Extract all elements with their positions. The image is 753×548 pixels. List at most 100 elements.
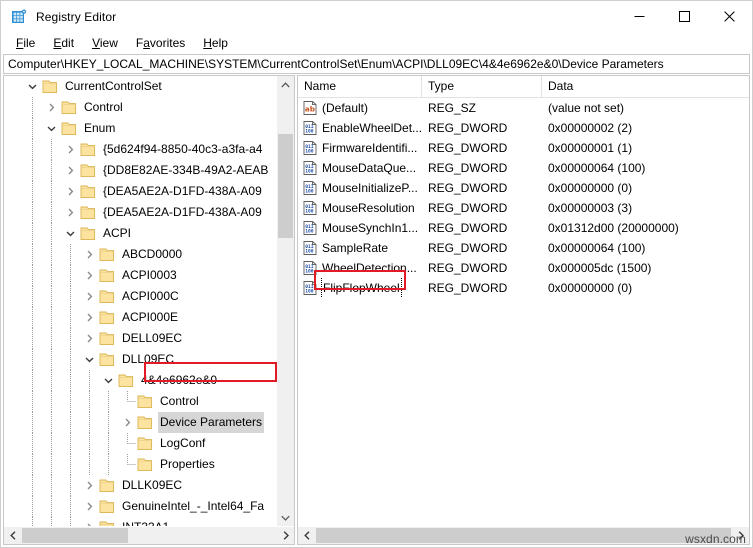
folder-icon [42,80,58,94]
value-row[interactable]: ab (Default) REG_SZ (value not set) [298,98,749,118]
value-type-cell: REG_SZ [428,101,477,115]
tree-node[interactable]: INT33A1 [4,517,277,526]
tree-node[interactable]: ACPI000C [4,286,277,307]
value-name-cell: 011 100 FirmwareIdentifi... [298,138,422,158]
tree-vertical-scrollbar[interactable] [276,76,294,526]
address-bar[interactable]: Computer\HKEY_LOCAL_MACHINE\SYSTEM\Curre… [3,54,750,74]
chevron-down-icon[interactable] [80,349,99,370]
menu-favorites[interactable]: Favorites [127,34,194,52]
value-row[interactable]: 011 100 WheelDetection... REG_DWORD 0x000005… [298,258,749,278]
chevron-right-icon[interactable] [80,475,99,496]
value-row[interactable]: 011 100 SampleRate REG_DWORD 0x00000064 (100… [298,238,749,258]
value-row[interactable]: 011 100 EnableWheelDet... REG_DWORD 0x000000… [298,118,749,138]
column-header-type[interactable]: Type [422,76,542,97]
tree-node[interactable]: ACPI [4,223,277,244]
list-horizontal-scrollbar[interactable] [298,526,749,544]
tree-indent-guide [32,139,34,160]
tree-indent-guide [89,391,91,412]
list-scroll-left-arrow[interactable] [298,527,315,544]
chevron-right-icon[interactable] [61,139,80,160]
tree-node[interactable]: Device Parameters [4,412,277,433]
tree-node[interactable]: DLL09EC [4,349,277,370]
chevron-right-icon[interactable] [61,160,80,181]
tree-node[interactable]: {5d624f94-8850-40c3-a3fa-a4 [4,139,277,160]
tree-node[interactable]: Properties [4,454,277,475]
tree-node[interactable]: 4&4e6962e&0 [4,370,277,391]
tree-node[interactable]: Control [4,391,277,412]
tree-node[interactable]: {DEA5AE2A-D1FD-438A-A09 [4,181,277,202]
value-row[interactable]: 011 100 MouseResolution REG_DWORD 0x00000003… [298,198,749,218]
chevron-down-icon[interactable] [61,223,80,244]
value-row[interactable]: 011 100 FlipFlopWheel REG_DWORD 0x00000000 (… [298,278,749,298]
tree-hscroll-thumb[interactable] [22,528,128,543]
menu-edit[interactable]: Edit [44,34,83,52]
tree-node[interactable]: {DEA5AE2A-D1FD-438A-A09 [4,202,277,223]
tree-node[interactable]: LogConf [4,433,277,454]
tree-node-list: CurrentControlSet Control Enum {5d624f94-88… [4,76,277,526]
tree-scroll-down-arrow[interactable] [277,509,294,526]
tree-node[interactable]: {DD8E82AE-334B-49A2-AEAB [4,160,277,181]
value-name-cell: 011 100 MouseDataQue... [298,158,422,178]
chevron-right-icon[interactable] [118,412,137,433]
chevron-right-icon[interactable] [61,181,80,202]
tree-indent-guide [51,307,53,328]
value-name-cell: 011 100 EnableWheelDet... [298,118,422,138]
tree-node[interactable]: ACPI0003 [4,265,277,286]
folder-icon [99,479,115,493]
tree-scroll-left-arrow[interactable] [4,527,21,544]
chevron-right-icon[interactable] [61,202,80,223]
chevron-down-icon[interactable] [42,118,61,139]
chevron-right-icon[interactable] [80,265,99,286]
value-row[interactable]: 011 100 MouseDataQue... REG_DWORD 0x00000064… [298,158,749,178]
value-type-cell: REG_DWORD [428,261,508,275]
column-header-name[interactable]: Name [298,76,422,97]
registry-values-pane: Name Type Data ab (Default) REG_SZ (value n… [297,75,750,545]
tree-indent-guide [51,328,53,349]
tree-indent-guide [32,286,34,307]
list-hscroll-thumb[interactable] [316,528,731,543]
tree-scroll-up-arrow[interactable] [277,76,294,93]
value-row[interactable]: 011 100 MouseSynchIn1... REG_DWORD 0x01312d0… [298,218,749,238]
tree-node[interactable]: ACPI000E [4,307,277,328]
tree-horizontal-scrollbar[interactable] [4,526,294,544]
value-name-text: (Default) [322,101,369,115]
chevron-down-icon[interactable] [23,76,42,97]
chevron-right-icon[interactable] [80,307,99,328]
menu-view[interactable]: View [83,34,127,52]
tree-indent-guide [70,496,72,517]
chevron-down-icon[interactable] [99,370,118,391]
chevron-right-icon[interactable] [80,244,99,265]
tree-node[interactable]: CurrentControlSet [4,76,277,97]
tree-indent-guide [108,454,110,475]
value-type-cell: REG_DWORD [428,281,508,295]
chevron-right-icon[interactable] [80,517,99,526]
address-path-text: Computer\HKEY_LOCAL_MACHINE\SYSTEM\Curre… [8,57,664,71]
tree-node[interactable]: ABCD0000 [4,244,277,265]
minimize-button[interactable] [617,1,662,32]
chevron-right-icon[interactable] [80,286,99,307]
value-type-cell: REG_DWORD [428,161,508,175]
tree-indent-guide [51,265,53,286]
folder-icon [80,206,96,220]
folder-icon [99,290,115,304]
menu-file[interactable]: File [7,34,44,52]
folder-icon [99,269,115,283]
maximize-button[interactable] [662,1,707,32]
column-header-data[interactable]: Data [542,76,749,97]
chevron-right-icon[interactable] [80,496,99,517]
svg-text:100: 100 [305,229,314,235]
tree-node[interactable]: DELL09EC [4,328,277,349]
chevron-right-icon[interactable] [80,328,99,349]
value-name-cell: 011 100 WheelDetection... [298,258,422,278]
chevron-right-icon[interactable] [42,97,61,118]
tree-node[interactable]: GenuineIntel_-_Intel64_Fa [4,496,277,517]
close-button[interactable] [707,1,752,32]
menu-help[interactable]: Help [194,34,237,52]
tree-node[interactable]: Control [4,97,277,118]
tree-scroll-right-arrow[interactable] [277,527,294,544]
tree-node[interactable]: Enum [4,118,277,139]
value-row[interactable]: 011 100 FirmwareIdentifi... REG_DWORD 0x0000… [298,138,749,158]
tree-scroll-thumb[interactable] [278,134,293,238]
value-row[interactable]: 011 100 MouseInitializeP... REG_DWORD 0x0000… [298,178,749,198]
tree-node[interactable]: DLLK09EC [4,475,277,496]
